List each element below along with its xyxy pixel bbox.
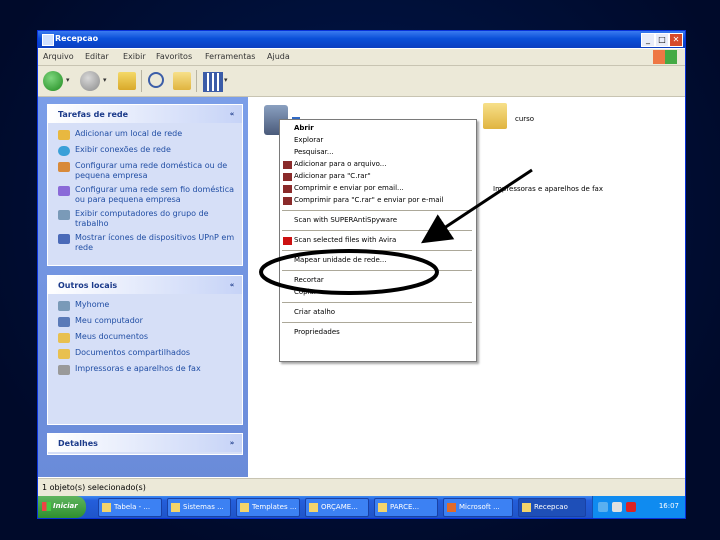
annotation-arrow (420, 168, 533, 244)
annotation-layer (259, 168, 533, 295)
annotation-ellipse (259, 249, 439, 295)
